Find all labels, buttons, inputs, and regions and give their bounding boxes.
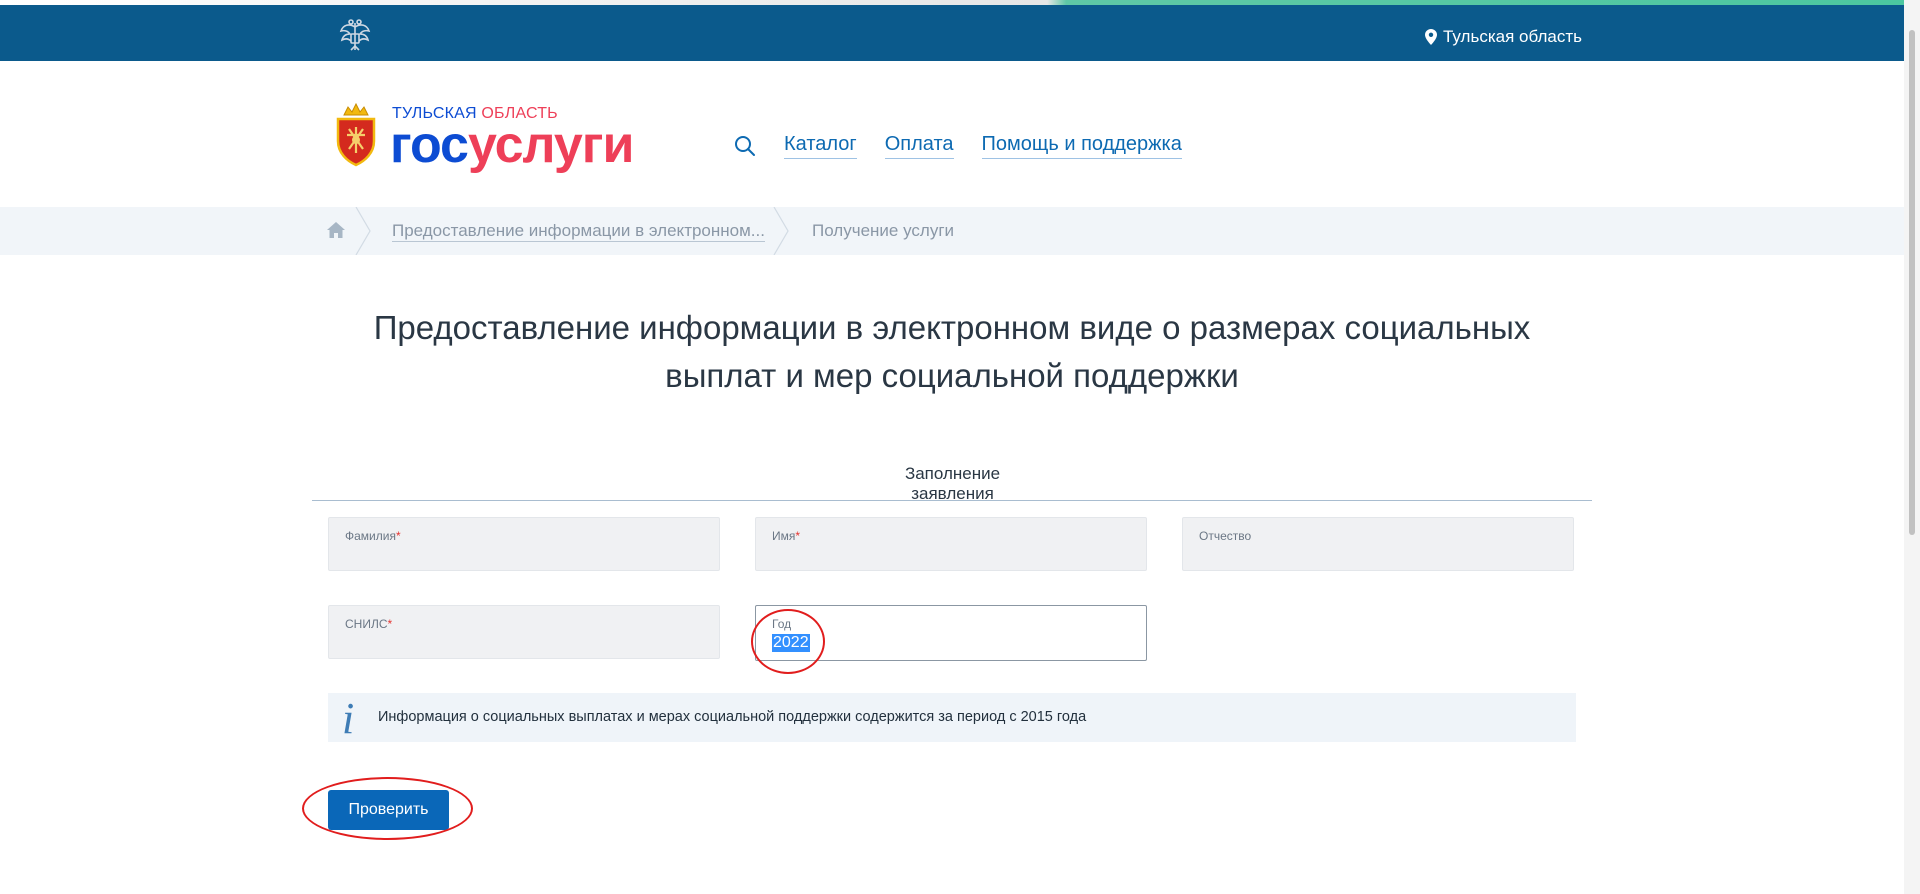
firstname-label: Имя*	[772, 529, 801, 543]
breadcrumb-item-current: Получение услуги	[812, 221, 955, 240]
year-field[interactable]: Год 2022	[755, 605, 1147, 661]
snils-input[interactable]	[343, 632, 703, 656]
gosuslugi-logo[interactable]: ТУЛЬСКАЯ ОБЛАСТЬ госуслуги	[334, 101, 654, 181]
patronymic-label: Отчество	[1199, 529, 1252, 543]
info-icon: i	[342, 694, 355, 743]
site-header: ТУЛЬСКАЯ ОБЛАСТЬ госуслуги Каталог Оплат…	[0, 61, 1904, 207]
required-mark: *	[395, 529, 401, 543]
info-text: Информация о социальных выплатах и мерах…	[378, 709, 1087, 725]
lastname-field[interactable]: Фамилия*	[328, 517, 720, 571]
page-title-line2: выплат и мер социальной поддержки	[665, 357, 1239, 394]
region-label: Тульская область	[1443, 27, 1582, 46]
year-input-selected-value[interactable]: 2022	[772, 634, 810, 652]
location-pin-icon	[1425, 29, 1437, 45]
home-icon[interactable]	[326, 221, 346, 239]
region-selector[interactable]: Тульская область	[1425, 27, 1582, 47]
nav-payment-link[interactable]: Оплата	[884, 133, 954, 159]
firstname-field[interactable]: Имя*	[755, 517, 1147, 571]
page-scrollbar[interactable]	[1904, 0, 1920, 894]
breadcrumb-separator	[773, 207, 789, 255]
logo-wordmark: госуслуги	[390, 116, 634, 174]
page-title: Предоставление информации в электронном …	[300, 304, 1604, 400]
year-label: Год	[772, 617, 792, 631]
patronymic-field[interactable]: Отчество	[1182, 517, 1574, 571]
breadcrumb-item-service[interactable]: Предоставление информации в электронном.…	[392, 221, 765, 242]
scrollbar-thumb[interactable]	[1909, 30, 1915, 535]
nav-catalog-link[interactable]: Каталог	[784, 133, 857, 159]
nav-help-link[interactable]: Помощь и поддержка	[981, 133, 1182, 159]
info-message: i Информация о социальных выплатах и мер…	[328, 693, 1576, 742]
firstname-input[interactable]	[770, 544, 1130, 568]
breadcrumb: Предоставление информации в электронном.…	[0, 207, 1904, 255]
lastname-label: Фамилия*	[345, 529, 401, 543]
breadcrumb-separator	[355, 207, 371, 255]
check-button[interactable]: Проверить	[328, 790, 449, 830]
snils-label: СНИЛС*	[345, 617, 393, 631]
page-title-line1: Предоставление информации в электронном …	[373, 309, 1531, 346]
required-mark: *	[387, 617, 393, 631]
required-mark: *	[795, 529, 801, 543]
lastname-input[interactable]	[343, 544, 703, 568]
top-bar: Тульская область	[0, 5, 1904, 61]
main-nav: Каталог Оплата Помощь и поддержка	[734, 133, 1182, 159]
patronymic-input[interactable]	[1197, 544, 1557, 568]
search-icon[interactable]	[734, 135, 756, 157]
coat-of-arms-icon	[336, 102, 376, 167]
tab-fill-application[interactable]: Заполнение заявления	[862, 464, 1043, 522]
emblem-icon	[339, 19, 371, 51]
snils-field[interactable]: СНИЛС*	[328, 605, 720, 659]
